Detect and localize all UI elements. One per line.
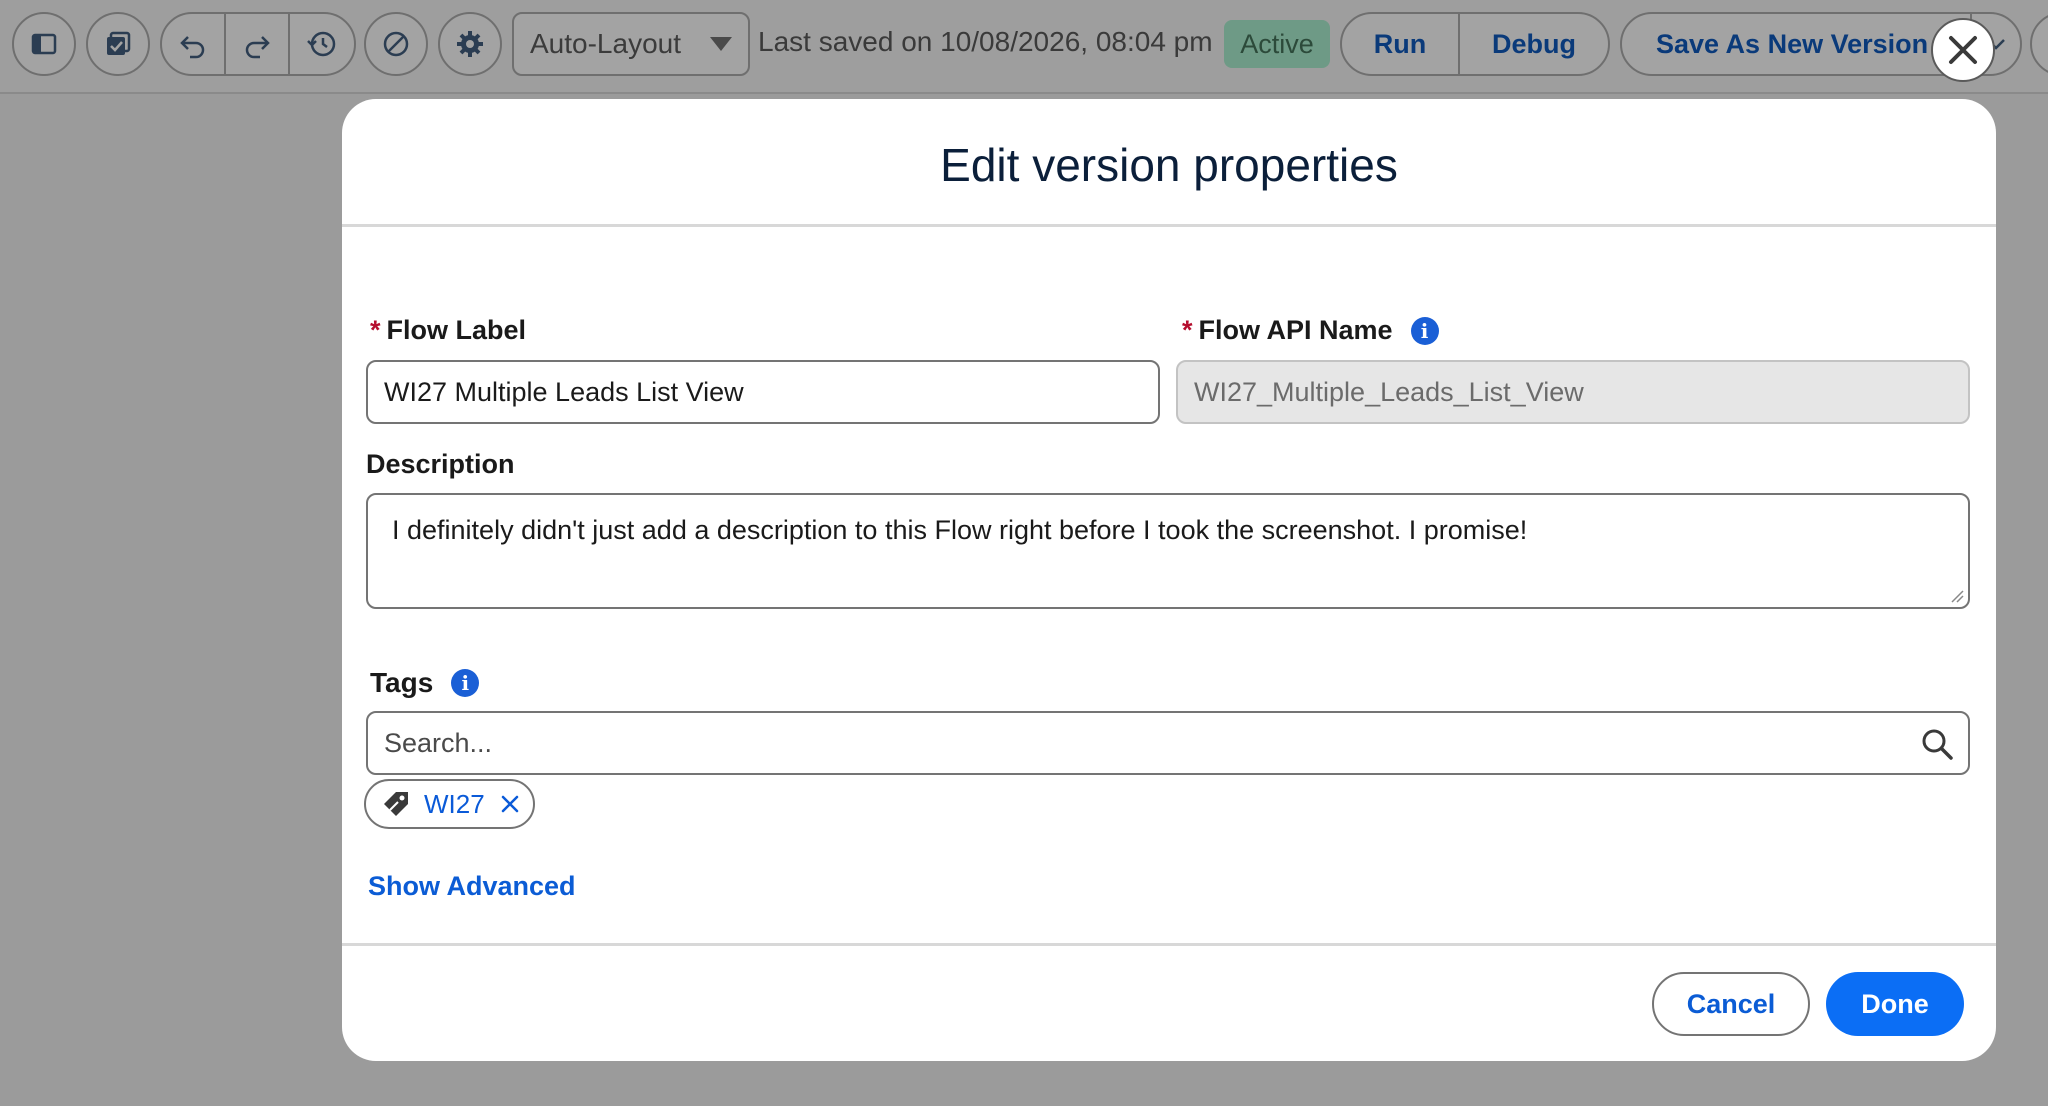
version-history-button[interactable]	[288, 12, 356, 76]
flow-label-value: WI27 Multiple Leads List View	[384, 376, 744, 407]
deactivate-icon	[383, 31, 409, 57]
tags-field-label: Tags i	[370, 667, 480, 699]
gear-icon	[457, 31, 483, 57]
settings-button[interactable]	[438, 12, 502, 76]
required-marker: *	[1182, 315, 1193, 345]
done-button[interactable]: Done	[1826, 972, 1964, 1036]
edit-version-properties-modal: Edit version properties * Flow Label WI2…	[342, 99, 1996, 1061]
tags-label-text: Tags	[370, 667, 434, 698]
flow-label-field-label: * Flow Label	[370, 315, 526, 346]
flow-label-label-text: Flow Label	[386, 315, 527, 345]
last-saved-text: Last saved on 10/08/2026, 08:04 pm	[758, 26, 1213, 57]
remove-tag-icon[interactable]	[499, 793, 521, 815]
history-icon	[307, 31, 336, 57]
panel-toggle-icon	[31, 33, 57, 55]
debug-button[interactable]: Debug	[1458, 12, 1610, 76]
tags-search-input[interactable]: Search...	[366, 711, 1970, 775]
run-button[interactable]: Run	[1340, 12, 1460, 76]
modal-footer: Cancel Done	[342, 943, 1996, 1061]
cancel-button[interactable]: Cancel	[1652, 972, 1810, 1036]
flow-api-name-label-text: Flow API Name	[1198, 315, 1393, 345]
layout-dropdown[interactable]: Auto-Layout	[512, 12, 750, 76]
overflow-button[interactable]	[2030, 12, 2048, 76]
builder-toolbar: Auto-Layout Last saved on 10/08/2026, 08…	[0, 0, 2048, 94]
resize-grip-icon[interactable]	[1950, 589, 1964, 603]
undo-icon	[180, 36, 205, 59]
info-icon[interactable]: i	[1410, 316, 1439, 345]
undo-button[interactable]	[160, 12, 226, 76]
description-label-text: Description	[366, 449, 515, 479]
flow-api-name-field-label: * Flow API Name i	[1182, 315, 1439, 346]
modal-title: Edit version properties	[940, 138, 1398, 191]
select-elements-button[interactable]	[86, 12, 150, 76]
tag-icon	[384, 792, 408, 816]
tags-search-placeholder: Search...	[384, 727, 493, 758]
chevron-down-icon	[710, 37, 732, 51]
info-icon[interactable]: i	[451, 669, 480, 697]
toggle-panel-button[interactable]	[12, 12, 76, 76]
search-icon	[1922, 729, 1953, 760]
description-textarea[interactable]: I definitely didn't just add a descripti…	[366, 493, 1970, 609]
flow-label-input[interactable]: WI27 Multiple Leads List View	[366, 360, 1160, 424]
save-as-new-version-button[interactable]: Save As New Version	[1620, 12, 1972, 76]
show-advanced-link[interactable]: Show Advanced	[368, 871, 576, 902]
layout-dropdown-value: Auto-Layout	[530, 28, 681, 59]
deactivate-button[interactable]	[364, 12, 428, 76]
status-badge: Active	[1224, 20, 1330, 68]
flow-api-name-input: WI27_Multiple_Leads_List_View	[1176, 360, 1970, 424]
required-marker: *	[370, 315, 381, 345]
close-modal-button[interactable]	[1931, 18, 1995, 82]
close-icon	[1949, 36, 1977, 64]
flow-api-name-value: WI27_Multiple_Leads_List_View	[1194, 376, 1584, 407]
tag-pill-label: WI27	[424, 788, 485, 819]
check-square-icon	[107, 31, 131, 55]
redo-icon	[245, 36, 270, 59]
redo-button[interactable]	[224, 12, 290, 76]
description-value: I definitely didn't just add a descripti…	[392, 515, 1528, 545]
description-field-label: Description	[366, 449, 515, 480]
modal-header: Edit version properties	[342, 99, 1996, 227]
tag-pill[interactable]: WI27	[364, 779, 535, 829]
